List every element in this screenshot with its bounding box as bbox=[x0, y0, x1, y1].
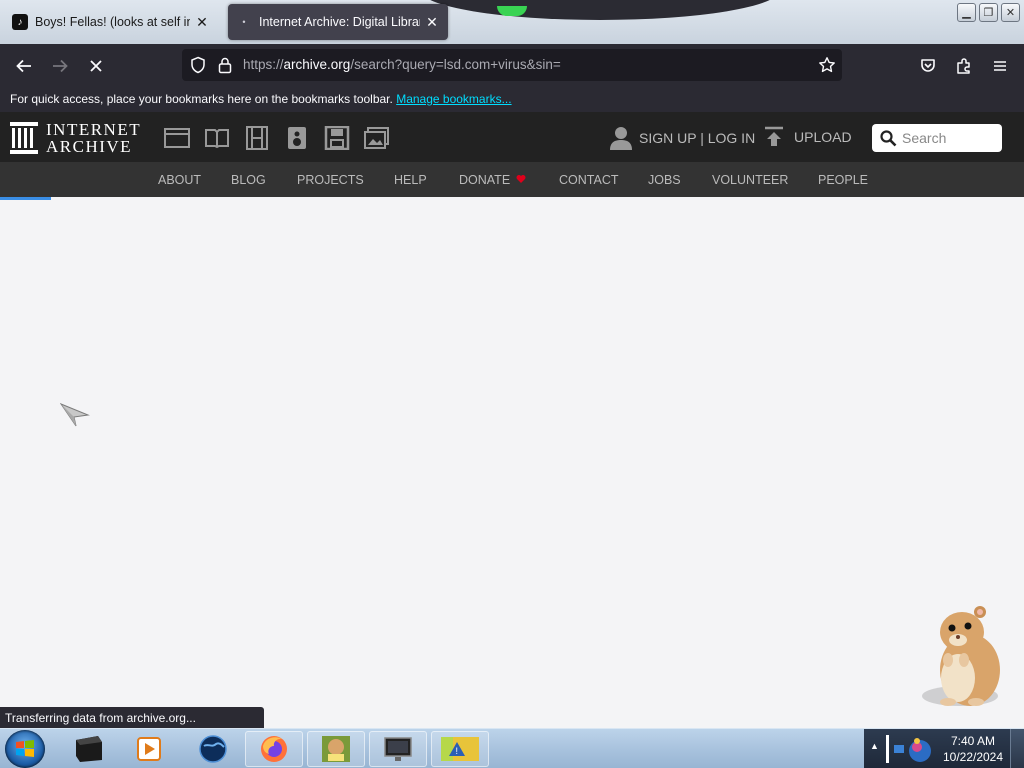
images-icon[interactable] bbox=[364, 126, 390, 150]
taskbar-app-media-player[interactable] bbox=[120, 731, 178, 767]
svg-text:!: ! bbox=[456, 746, 459, 756]
forward-arrow-icon bbox=[53, 59, 68, 73]
mouse-pointer-icon bbox=[60, 403, 90, 427]
tab-close-icon[interactable]: ✕ bbox=[194, 14, 210, 31]
taskbar: ! ▲ 7:40 AM 10/22/2024 bbox=[0, 728, 1024, 768]
taskbar-app-monitor[interactable] bbox=[369, 731, 427, 767]
clock-time: 7:40 AM bbox=[950, 734, 996, 748]
url-scheme: https:// bbox=[243, 57, 284, 72]
nav-jobs[interactable]: JOBS bbox=[648, 173, 681, 187]
media-player-icon bbox=[137, 737, 161, 761]
puzzle-icon bbox=[957, 58, 970, 74]
upload-icon bbox=[765, 126, 783, 146]
loading-dot-icon: • bbox=[242, 17, 246, 27]
page-content bbox=[0, 200, 1024, 728]
pocket-button[interactable] bbox=[914, 52, 942, 80]
tab-title: Internet Archive: Digital Library bbox=[259, 15, 420, 29]
signup-login-link[interactable]: SIGN UP | LOG IN bbox=[639, 130, 755, 146]
url-text[interactable]: https://archive.org/search?query=lsd.com… bbox=[243, 57, 561, 72]
black-box-app-icon bbox=[76, 736, 102, 762]
video-icon[interactable] bbox=[244, 126, 270, 150]
extensions-button[interactable] bbox=[950, 52, 978, 80]
nav-donate[interactable]: DONATE bbox=[459, 173, 526, 187]
tray-app-icon[interactable] bbox=[884, 733, 934, 765]
software-icon[interactable] bbox=[324, 126, 350, 150]
nav-projects[interactable]: PROJECTS bbox=[297, 173, 364, 187]
forward-button[interactable] bbox=[46, 52, 74, 80]
pocket-icon bbox=[921, 59, 935, 72]
navigation-toolbar: https://archive.org/search?query=lsd.com… bbox=[0, 44, 1024, 86]
tab-close-icon[interactable]: ✕ bbox=[424, 14, 440, 31]
tab-internet-archive[interactable]: • Internet Archive: Digital Library ✕ bbox=[228, 4, 448, 40]
upload-link[interactable]: UPLOAD bbox=[763, 126, 852, 148]
tab-strip: ♪ Boys! Fellas! (looks at self in camera… bbox=[0, 0, 1024, 44]
search-icon bbox=[880, 129, 897, 146]
lock-icon[interactable] bbox=[217, 56, 233, 74]
show-desktop-button[interactable] bbox=[1010, 729, 1024, 768]
monitor-icon bbox=[384, 737, 412, 761]
restore-button[interactable]: ❐ bbox=[979, 3, 998, 22]
firefox-icon bbox=[261, 736, 287, 762]
windows-logo-icon bbox=[16, 740, 34, 757]
tab-title: Boys! Fellas! (looks at self in camera) bbox=[35, 15, 190, 29]
ia-search-box[interactable] bbox=[872, 124, 1002, 152]
bookmarks-toolbar: For quick access, place your bookmarks h… bbox=[0, 86, 1024, 112]
web-icon[interactable] bbox=[164, 126, 190, 150]
taskbar-app-hamster-box[interactable] bbox=[307, 731, 365, 767]
audio-icon[interactable] bbox=[284, 126, 310, 150]
nav-volunteer[interactable]: VOLUNTEER bbox=[712, 173, 788, 187]
taskbar-app-warning[interactable]: ! bbox=[431, 731, 489, 767]
window-controls: ▁ ❐ ✕ bbox=[957, 3, 1020, 22]
url-path: /search?query=lsd.com+virus&sin= bbox=[350, 57, 561, 72]
upload-label: UPLOAD bbox=[794, 129, 852, 145]
close-window-button[interactable]: ✕ bbox=[1001, 3, 1020, 22]
stop-loading-button[interactable] bbox=[82, 52, 110, 80]
taskbar-clock[interactable]: 7:40 AM 10/22/2024 bbox=[937, 733, 1009, 765]
status-bar: Transferring data from archive.org... bbox=[0, 707, 264, 729]
globe-icon bbox=[199, 735, 227, 763]
nav-blog[interactable]: BLOG bbox=[231, 173, 266, 187]
warning-app-icon: ! bbox=[441, 737, 479, 761]
archive-building-icon bbox=[10, 122, 38, 154]
star-bookmark-icon[interactable] bbox=[818, 56, 836, 74]
nav-about[interactable]: ABOUT bbox=[158, 173, 201, 187]
ia-secondary-nav: ABOUT BLOG PROJECTS HELP DONATE CONTACT … bbox=[0, 162, 1024, 197]
user-icon bbox=[610, 127, 632, 150]
heart-icon bbox=[516, 175, 526, 183]
back-button[interactable] bbox=[10, 52, 38, 80]
address-bar[interactable]: https://archive.org/search?query=lsd.com… bbox=[182, 49, 842, 81]
app-menu-button[interactable] bbox=[986, 52, 1014, 80]
nav-donate-label: DONATE bbox=[459, 173, 511, 187]
taskbar-app-globe[interactable] bbox=[184, 731, 242, 767]
manage-bookmarks-link[interactable]: Manage bookmarks... bbox=[396, 92, 511, 106]
minimize-button[interactable]: ▁ bbox=[957, 3, 976, 22]
nav-people[interactable]: PEOPLE bbox=[818, 173, 868, 187]
tab-tiktok[interactable]: ♪ Boys! Fellas! (looks at self in camera… bbox=[4, 4, 218, 40]
clock-date: 10/22/2024 bbox=[942, 750, 1004, 764]
start-button[interactable] bbox=[5, 730, 45, 768]
hamster-mascot-icon bbox=[922, 606, 1000, 706]
tiktok-icon: ♪ bbox=[12, 14, 28, 30]
ia-wordmark-line2: ARCHIVE bbox=[46, 137, 133, 156]
account-links[interactable]: SIGN UP | LOG IN bbox=[610, 126, 755, 150]
texts-icon[interactable] bbox=[204, 126, 230, 150]
wallpaper-swoosh bbox=[420, 0, 780, 20]
url-domain: archive.org bbox=[283, 57, 351, 72]
bookmarks-hint: For quick access, place your bookmarks h… bbox=[10, 92, 393, 106]
taskbar-app-terminal[interactable] bbox=[60, 731, 118, 767]
ia-top-bar: INTERNET ARCHIVE SIGN UP | LOG IN UPLOAD bbox=[0, 112, 1024, 162]
taskbar-app-firefox[interactable] bbox=[245, 731, 303, 767]
ia-wordmark-line1: INTERNET bbox=[46, 120, 142, 139]
hamster-box-icon bbox=[322, 736, 350, 762]
hamburger-menu-icon bbox=[994, 61, 1006, 71]
ia-logo[interactable]: INTERNET ARCHIVE bbox=[10, 121, 141, 155]
back-arrow-icon bbox=[16, 59, 31, 73]
ia-wordmark: INTERNET ARCHIVE bbox=[46, 121, 141, 155]
shield-icon[interactable] bbox=[189, 56, 207, 74]
nav-help[interactable]: HELP bbox=[394, 173, 427, 187]
show-hidden-icons-icon[interactable]: ▲ bbox=[870, 741, 879, 751]
stop-x-icon bbox=[90, 60, 102, 72]
nav-contact[interactable]: CONTACT bbox=[559, 173, 619, 187]
ia-search-input[interactable] bbox=[902, 130, 998, 146]
